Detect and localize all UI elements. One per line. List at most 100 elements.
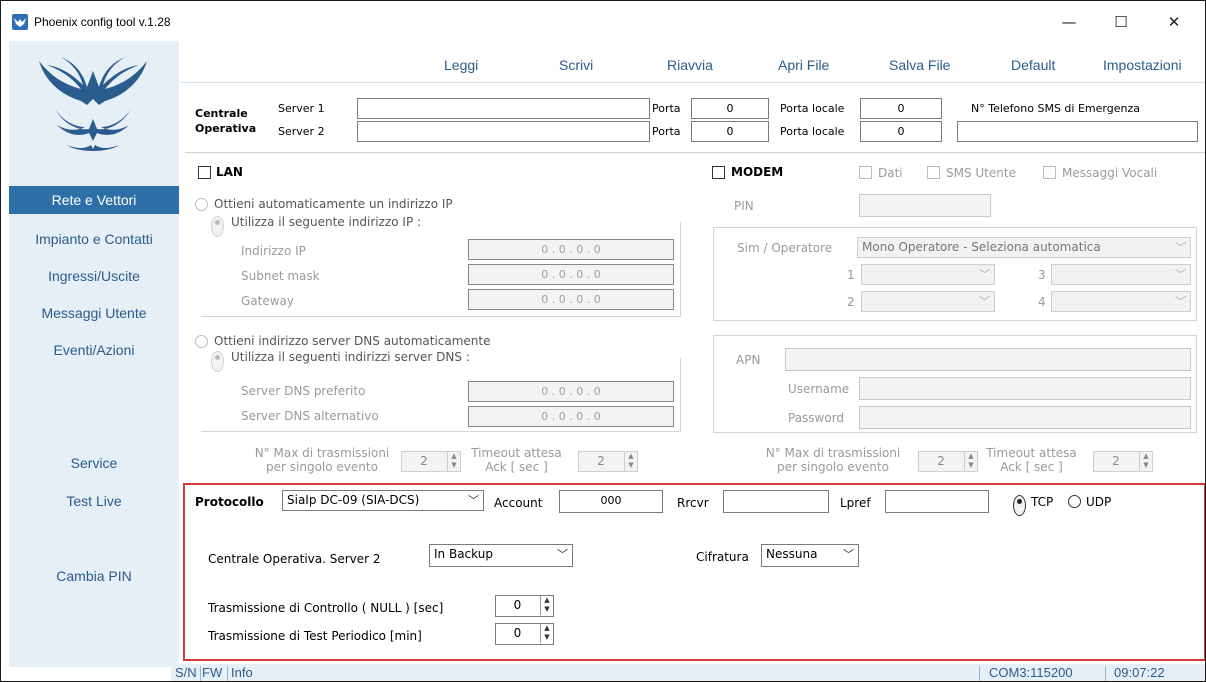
menu-apri-file[interactable]: Apri File bbox=[778, 57, 829, 73]
porta1-input[interactable]: 0 bbox=[691, 98, 769, 119]
account-input[interactable]: 000 bbox=[559, 490, 663, 513]
sim-operator-select[interactable]: Mono Operatore - Seleziona automatica ﹀ bbox=[857, 237, 1191, 258]
sidebar: Rete e Vettori Impianto e Contatti Ingre… bbox=[9, 41, 179, 667]
dns2-input[interactable]: 0 . 0 . 0 . 0 bbox=[468, 406, 674, 427]
sidebar-item-eventi-azioni[interactable]: Eventi/Azioni bbox=[9, 342, 179, 358]
udp-label: UDP bbox=[1086, 495, 1112, 509]
apn-input[interactable] bbox=[785, 348, 1191, 371]
cifratura-label: Cifratura bbox=[696, 550, 749, 564]
pin-input[interactable] bbox=[859, 194, 991, 217]
messaggi-vocali-checkbox[interactable] bbox=[1043, 166, 1056, 179]
modem-max-tx-spinner[interactable]: 2 ▲ ▼ bbox=[918, 451, 978, 472]
op2-select[interactable]: ﹀ bbox=[861, 291, 995, 312]
password-input[interactable] bbox=[859, 406, 1191, 429]
central-label-2: Operativa bbox=[195, 122, 257, 135]
menu-scrivi[interactable]: Scrivi bbox=[559, 57, 593, 73]
sms-emergency-label: N° Telefono SMS di Emergenza bbox=[971, 102, 1140, 115]
test-tx-spinner[interactable]: 0 ▲ ▼ bbox=[495, 623, 554, 645]
server2-mode-label: Centrale Operativa. Server 2 bbox=[208, 552, 381, 566]
sidebar-item-rete-e-vettori[interactable]: Rete e Vettori bbox=[9, 186, 179, 214]
phoenix-logo bbox=[33, 49, 153, 157]
modem-timeout-label-1: Timeout attesa bbox=[986, 446, 1077, 460]
gateway-label: Gateway bbox=[241, 294, 295, 308]
cifratura-select[interactable]: Nessuna ﹀ bbox=[761, 544, 859, 567]
status-divider bbox=[1105, 666, 1106, 681]
udp-radio[interactable] bbox=[1068, 495, 1081, 508]
username-label: Username bbox=[788, 382, 850, 396]
sidebar-item-ingressi-uscite[interactable]: Ingressi/Uscite bbox=[9, 268, 179, 284]
sidebar-item-cambia-pin[interactable]: Cambia PIN bbox=[9, 568, 179, 584]
op4-select[interactable]: ﹀ bbox=[1051, 291, 1191, 312]
lan-checkbox[interactable] bbox=[198, 166, 211, 179]
menu-salva-file[interactable]: Salva File bbox=[889, 57, 950, 73]
rrcvr-input[interactable] bbox=[723, 490, 829, 513]
protocol-label: Protocollo bbox=[195, 495, 264, 509]
messaggi-vocali-label: Messaggi Vocali bbox=[1062, 166, 1158, 180]
app-window: Phoenix config tool v.1.28 — ☐ ✕ Rete e … bbox=[0, 0, 1206, 682]
server2-label: Server 2 bbox=[278, 125, 325, 138]
pin-label: PIN bbox=[734, 199, 754, 213]
lan-title: LAN bbox=[216, 165, 243, 179]
lpref-label: Lpref bbox=[840, 496, 871, 510]
subnet-label: Subnet mask bbox=[241, 269, 320, 283]
menu-bar: Leggi Scrivi Riavvia Apri File Salva Fil… bbox=[181, 41, 1205, 83]
sms-emergency-input[interactable] bbox=[957, 121, 1198, 142]
porta-locale1-input[interactable]: 0 bbox=[860, 98, 942, 119]
dns1-input[interactable]: 0 . 0 . 0 . 0 bbox=[468, 381, 674, 402]
ip-input[interactable]: 0 . 0 . 0 . 0 bbox=[468, 239, 674, 260]
status-bar: S/N FW Info COM3:115200 09:07:22 bbox=[171, 664, 1205, 681]
server1-input[interactable] bbox=[357, 98, 650, 119]
lan-max-tx-label-1: N° Max di trasmissioni bbox=[254, 446, 390, 460]
op1-select[interactable]: ﹀ bbox=[861, 264, 995, 285]
ip-label: Indirizzo IP bbox=[241, 244, 306, 258]
apn-label: APN bbox=[736, 353, 761, 367]
username-input[interactable] bbox=[859, 377, 1191, 400]
status-divider bbox=[200, 666, 201, 681]
porta1-label: Porta bbox=[652, 102, 681, 115]
menu-leggi[interactable]: Leggi bbox=[444, 57, 478, 73]
lan-timeout-label-2: Ack [ sec ] bbox=[485, 460, 548, 474]
lpref-input[interactable] bbox=[885, 490, 989, 513]
porta2-input[interactable]: 0 bbox=[691, 121, 769, 142]
menu-riavvia[interactable]: Riavvia bbox=[667, 57, 713, 73]
server2-input[interactable] bbox=[357, 121, 650, 142]
test-tx-label: Trasmissione di Test Periodico [min] bbox=[208, 629, 422, 643]
auto-dns-radio[interactable] bbox=[195, 335, 208, 348]
protocol-select[interactable]: SiaIp DC-09 (SIA-DCS) ﹀ bbox=[282, 490, 484, 511]
porta-locale2-label: Porta locale bbox=[780, 125, 845, 138]
sidebar-item-impianto-e-contatti[interactable]: Impianto e Contatti bbox=[9, 231, 179, 247]
tcp-label: TCP bbox=[1031, 495, 1054, 509]
auto-dns-label: Ottieni indirizzo server DNS automaticam… bbox=[214, 334, 491, 348]
sidebar-item-messaggi-utente[interactable]: Messaggi Utente bbox=[9, 305, 179, 321]
op3-select[interactable]: ﹀ bbox=[1051, 264, 1191, 285]
close-button[interactable]: ✕ bbox=[1151, 9, 1197, 35]
auto-ip-radio[interactable] bbox=[195, 198, 208, 211]
op1-label: 1 bbox=[847, 268, 855, 282]
modem-timeout-spinner[interactable]: 2 ▲ ▼ bbox=[1093, 451, 1153, 472]
status-fw: FW bbox=[202, 665, 223, 680]
lan-max-tx-spinner[interactable]: 2 ▲ ▼ bbox=[401, 451, 461, 472]
status-sn: S/N bbox=[175, 665, 197, 680]
dns1-label: Server DNS preferito bbox=[241, 384, 366, 398]
minimize-button[interactable]: — bbox=[1046, 9, 1092, 35]
menu-impostazioni[interactable]: Impostazioni bbox=[1103, 57, 1182, 73]
server2-mode-select[interactable]: In Backup ﹀ bbox=[429, 544, 573, 567]
porta-locale2-input[interactable]: 0 bbox=[860, 121, 942, 142]
divider bbox=[185, 152, 1205, 153]
null-tx-spinner[interactable]: 0 ▲ ▼ bbox=[495, 595, 554, 617]
tcp-radio[interactable] bbox=[1013, 495, 1026, 516]
modem-max-tx-label-2: per singolo evento bbox=[777, 460, 889, 474]
modem-checkbox[interactable] bbox=[712, 166, 725, 179]
auto-ip-label: Ottieni automaticamente un indirizzo IP bbox=[214, 197, 453, 211]
subnet-input[interactable]: 0 . 0 . 0 . 0 bbox=[468, 264, 674, 285]
dati-checkbox[interactable] bbox=[859, 166, 872, 179]
sidebar-item-service[interactable]: Service bbox=[9, 455, 179, 471]
sidebar-item-test-live[interactable]: Test Live bbox=[9, 493, 179, 509]
menu-default[interactable]: Default bbox=[1011, 57, 1055, 73]
rrcvr-label: Rrcvr bbox=[677, 496, 709, 510]
gateway-input[interactable]: 0 . 0 . 0 . 0 bbox=[468, 289, 674, 310]
lan-timeout-spinner[interactable]: 2 ▲ ▼ bbox=[578, 451, 638, 472]
server1-label: Server 1 bbox=[278, 102, 325, 115]
sms-utente-checkbox[interactable] bbox=[927, 166, 940, 179]
maximize-button[interactable]: ☐ bbox=[1098, 9, 1144, 35]
